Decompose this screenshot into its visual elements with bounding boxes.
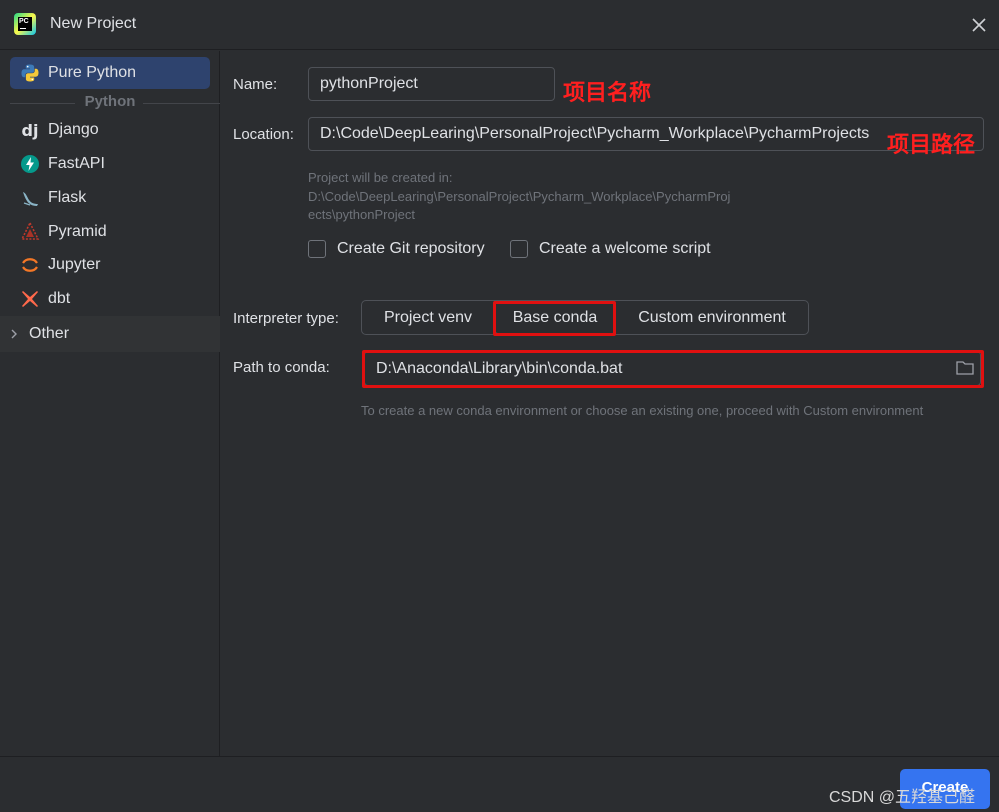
conda-path-value: D:\Anaconda\Library\bin\conda.bat xyxy=(376,359,623,377)
django-icon: dj xyxy=(21,120,39,140)
checkbox-box[interactable] xyxy=(308,240,326,258)
sidebar-item-label: dbt xyxy=(48,290,71,307)
close-button[interactable] xyxy=(968,14,990,36)
interpreter-type-label: Interpreter type: xyxy=(233,310,339,327)
pyramid-icon xyxy=(18,220,42,244)
path-to-conda-label: Path to conda: xyxy=(233,359,330,376)
project-type-sidebar: Pure Python Python dj Django FastAPI Fla… xyxy=(0,51,220,756)
sidebar-item-label: Pure Python xyxy=(48,64,137,81)
sidebar-item-flask[interactable]: Flask xyxy=(10,182,210,214)
fastapi-icon xyxy=(18,152,42,176)
name-field[interactable]: pythonProject xyxy=(308,67,555,101)
python-group-header: Python xyxy=(0,91,220,115)
name-label: Name: xyxy=(233,76,278,93)
sidebar-item-other[interactable]: Other xyxy=(0,316,220,352)
title-bar: PC New Project xyxy=(0,0,999,50)
sidebar-item-label: Flask xyxy=(48,189,87,206)
chevron-right-icon xyxy=(11,329,17,339)
python-icon xyxy=(18,61,42,85)
sidebar-item-label: FastAPI xyxy=(48,155,105,172)
project-path-hint-line: Project will be created in: xyxy=(308,170,453,185)
window-title: New Project xyxy=(50,15,137,32)
location-field[interactable]: D:\Code\DeepLearing\PersonalProject\Pych… xyxy=(308,117,984,151)
checkbox-box[interactable] xyxy=(510,240,528,258)
jupyter-icon xyxy=(18,253,42,277)
close-icon xyxy=(972,18,986,32)
location-label: Location: xyxy=(233,126,294,143)
project-path-hint: Project will be created in: D:\Code\Deep… xyxy=(308,169,730,225)
interpreter-option-custom-environment[interactable]: Custom environment xyxy=(616,301,808,334)
dialog-footer: Create CSDN @五羟基己醛 xyxy=(0,756,999,812)
checkbox-label: Create Git repository xyxy=(337,240,485,257)
create-welcome-script-checkbox[interactable]: Create a welcome script xyxy=(510,240,711,258)
sidebar-item-pyramid[interactable]: Pyramid xyxy=(10,216,210,248)
interpreter-type-selector: Project venv Base conda Custom environme… xyxy=(361,300,809,335)
checkbox-label: Create a welcome script xyxy=(539,240,711,257)
sidebar-item-dbt[interactable]: dbt xyxy=(10,283,210,315)
interpreter-option-base-conda[interactable]: Base conda xyxy=(494,301,616,334)
sidebar-item-label: Django xyxy=(48,121,99,138)
pycharm-logo-icon: PC xyxy=(14,13,36,35)
interpreter-option-project-venv[interactable]: Project venv xyxy=(362,301,494,334)
sidebar-item-pure-python[interactable]: Pure Python xyxy=(10,57,210,89)
create-git-repository-checkbox[interactable]: Create Git repository xyxy=(308,240,485,258)
sidebar-item-label: Other xyxy=(29,325,70,342)
folder-icon[interactable] xyxy=(955,359,975,377)
sidebar-item-fastapi[interactable]: FastAPI xyxy=(10,148,210,180)
group-header-label: Python xyxy=(80,93,140,110)
sidebar-item-label: Jupyter xyxy=(48,256,101,273)
csdn-watermark: CSDN @五羟基己醛 xyxy=(829,789,976,806)
project-path-hint-line: D:\Code\DeepLearing\PersonalProject\Pych… xyxy=(308,188,731,204)
location-annotation: 项目路径 xyxy=(887,133,976,158)
project-settings-form: Name: pythonProject 项目名称 Location: D:\Co… xyxy=(221,51,999,756)
project-path-hint-line: ects\pythonProject xyxy=(308,207,415,222)
sidebar-item-django[interactable]: dj Django xyxy=(10,114,210,146)
sidebar-item-jupyter[interactable]: Jupyter xyxy=(10,249,210,281)
dbt-icon xyxy=(18,287,42,311)
sidebar-item-label: Pyramid xyxy=(48,223,107,240)
flask-icon xyxy=(18,186,42,210)
conda-hint: To create a new conda environment or cho… xyxy=(361,403,924,418)
name-annotation: 项目名称 xyxy=(563,81,652,106)
conda-path-field[interactable]: D:\Anaconda\Library\bin\conda.bat xyxy=(364,351,981,386)
